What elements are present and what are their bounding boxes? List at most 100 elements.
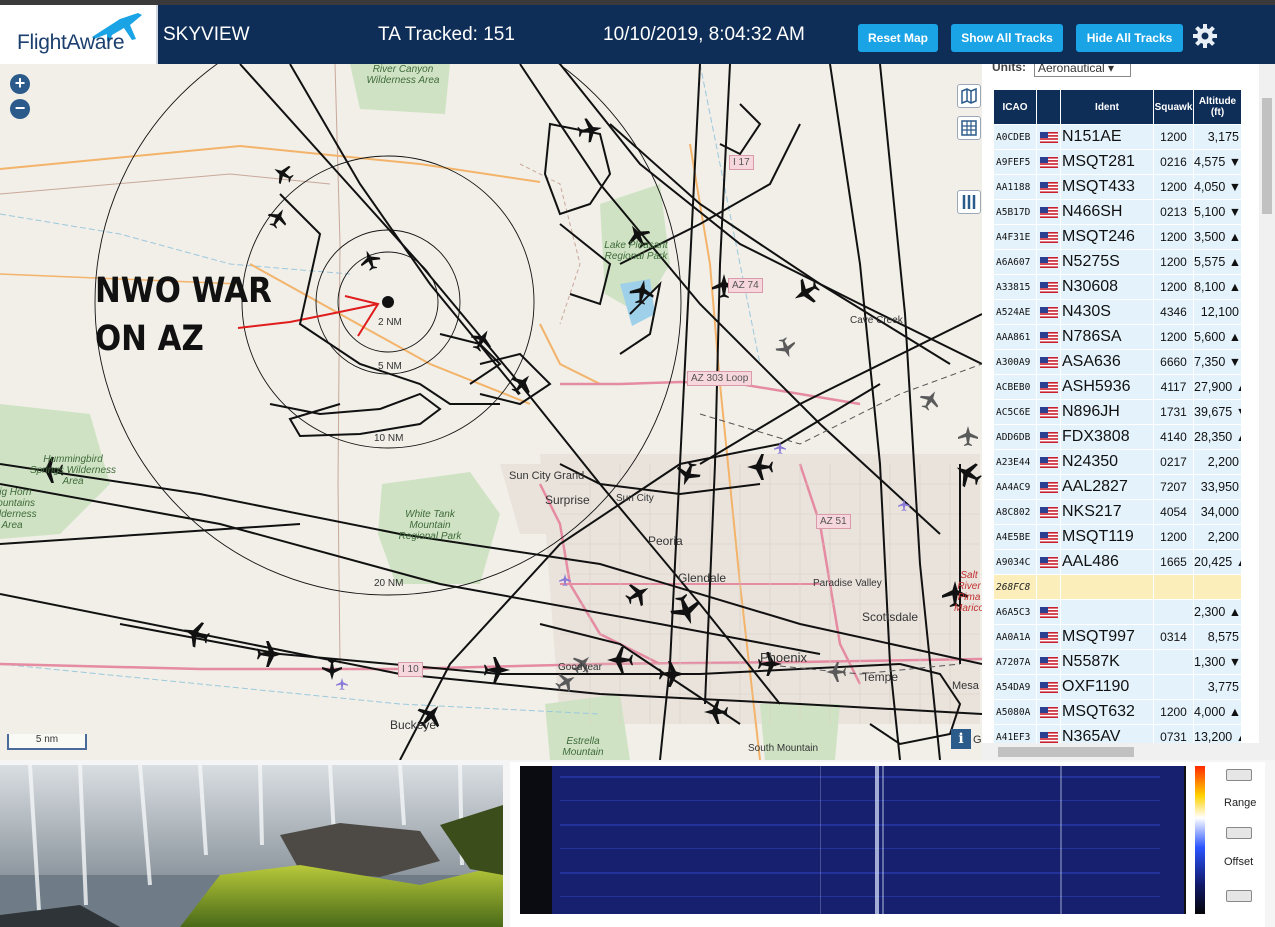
us-flag-icon (1039, 632, 1058, 644)
map-layers-icon[interactable] (957, 84, 981, 108)
cell-squawk (1153, 574, 1194, 600)
table-row[interactable]: ADD6DB FDX3808414028,350 ▲ (993, 424, 1242, 450)
cell-icao: A4F31E (993, 224, 1037, 250)
table-row[interactable]: A300A9 ASA636 6660 7,350 ▼ (993, 349, 1242, 375)
grid-icon[interactable] (957, 116, 981, 140)
cell-altitude: 12,100 (1193, 299, 1242, 325)
horizontal-scroll-thumb[interactable] (998, 747, 1134, 757)
aircraft-table: ICAO Ident Squawk Altitude (ft) A0CDEB N1… (993, 89, 1242, 750)
offset-slider-handle[interactable] (1226, 827, 1252, 839)
place-peoria: Peoria (648, 534, 683, 548)
table-row[interactable]: A4F31E MSQT246 1200 3,500 ▲ (993, 224, 1242, 250)
cell-ident (1060, 574, 1154, 600)
table-row[interactable]: AA0A1A MSQT997 0314 8,575 (993, 624, 1242, 650)
place-south-mountain: South Mountain (748, 743, 819, 754)
table-row[interactable]: A6A5C3 2,300 ▲ (993, 599, 1242, 625)
show-all-tracks-button[interactable]: Show All Tracks (951, 24, 1063, 52)
cell-ident: OXF1190 (1060, 674, 1154, 700)
cell-squawk: 1200 (1153, 174, 1194, 200)
table-row[interactable]: A23E44 N24350 0217 2,200 (993, 449, 1242, 475)
cell-flag (1036, 449, 1061, 475)
table-row[interactable]: A6A607 N5275S 1200 5,575 ▲ (993, 249, 1242, 275)
hide-all-tracks-button[interactable]: Hide All Tracks (1076, 24, 1183, 52)
cell-icao: ACBEB0 (993, 374, 1037, 400)
column-altitude[interactable]: Altitude (ft) (1193, 89, 1242, 125)
ring-label-20nm: 20 NM (374, 578, 404, 589)
aircraft-table-body: A0CDEB N151AE 1200 3,175 A9FEF5 MSQT281 0216 4,… (993, 124, 1242, 750)
cell-squawk: 1200 (1153, 274, 1194, 300)
cell-altitude: 2,200 (1193, 524, 1242, 550)
road-i17: I 17 (729, 155, 754, 170)
table-row[interactable]: ACBEB0 ASH5936411727,900 ▲ (993, 374, 1242, 400)
reset-map-button[interactable]: Reset Map (858, 24, 938, 52)
table-row[interactable]: A33815 N30608 1200 8,100 ▲ (993, 274, 1242, 300)
column-flag[interactable] (1036, 89, 1061, 125)
cell-icao: ADD6DB (993, 424, 1037, 450)
table-row[interactable]: A0CDEB N151AE 1200 3,175 (993, 124, 1242, 150)
cell-ident (1060, 599, 1154, 625)
cell-altitude: 8,100 ▲ (1193, 274, 1242, 300)
cell-squawk: 1665 (1153, 549, 1194, 575)
cell-flag (1036, 499, 1061, 525)
cell-altitude: 2,300 ▲ (1193, 599, 1242, 625)
cell-altitude: 3,775 (1193, 674, 1242, 700)
range-label: Range (1224, 797, 1257, 809)
cell-ident: N466SH (1060, 199, 1154, 225)
extra-slider-handle[interactable] (1226, 890, 1252, 902)
table-row[interactable]: AAA861 N786SA 1200 5,600 ▲ (993, 324, 1242, 350)
vertical-scroll-thumb[interactable] (1262, 98, 1272, 214)
cell-ident: MSQT997 (1060, 624, 1154, 650)
cell-flag (1036, 399, 1061, 425)
cell-altitude: 27,900 ▲ (1193, 374, 1242, 400)
table-row[interactable]: AA4AC9 AAL2827 7207 33,950 (993, 474, 1242, 500)
cell-icao: 268FC8 (993, 574, 1037, 600)
flightaware-logo[interactable]: FlightAware (0, 5, 158, 64)
place-sun-city: Sun City (616, 493, 654, 504)
cell-icao: AA0A1A (993, 624, 1037, 650)
us-flag-icon (1039, 132, 1058, 144)
cell-flag (1036, 199, 1061, 225)
table-row[interactable]: A524AE N430S 4346 12,100 (993, 299, 1242, 325)
cell-flag (1036, 249, 1061, 275)
range-slider-handle[interactable] (1226, 769, 1252, 781)
zoom-out-button[interactable]: − (10, 99, 30, 119)
cell-icao: A6A607 (993, 249, 1037, 275)
us-flag-icon (1039, 407, 1058, 419)
table-row[interactable]: A5B17D N466SH 0213 5,100 ▼ (993, 199, 1242, 225)
table-row[interactable]: A5080A MSQT632 1200 4,000 ▲ (993, 699, 1242, 725)
column-ident[interactable]: Ident (1060, 89, 1154, 125)
cell-squawk: 0314 (1153, 624, 1194, 650)
cell-ident: NKS217 (1060, 499, 1154, 525)
table-row[interactable]: A9034C AAL486166520,425 ▲ (993, 549, 1242, 575)
cell-squawk: 1200 (1153, 224, 1194, 250)
columns-toggle-icon[interactable] (957, 190, 981, 214)
attribution-text: G (973, 734, 982, 746)
units-select[interactable]: Aeronautical ▾ (1034, 64, 1131, 77)
table-row[interactable]: AA1188 MSQT433 1200 4,050 ▼ (993, 174, 1242, 200)
us-flag-icon (1039, 282, 1058, 294)
table-row[interactable]: 268FC8 (993, 574, 1242, 600)
table-row[interactable]: A4E5BE MSQT119 1200 2,200 (993, 524, 1242, 550)
place-sun-city-grand: Sun City Grand (509, 470, 585, 482)
cell-ident: N786SA (1060, 324, 1154, 350)
info-icon[interactable]: i (951, 729, 971, 749)
gear-icon[interactable] (1191, 22, 1219, 50)
cell-squawk: 4346 (1153, 299, 1194, 325)
zoom-in-button[interactable]: + (10, 74, 30, 94)
table-row[interactable]: A8C802 NKS217 4054 34,000 (993, 499, 1242, 525)
column-icao[interactable]: ICAO (993, 89, 1037, 125)
cell-icao: AA1188 (993, 174, 1037, 200)
map-view[interactable]: + − NWO WAR ON AZ 2 NM 5 NM 10 NM 20 NM … (0, 64, 982, 760)
place-buckeye: Buckeye (390, 718, 437, 732)
table-row[interactable]: A7207A N5587K 1,300 ▼ (993, 649, 1242, 675)
cell-altitude: 4,000 ▲ (1193, 699, 1242, 725)
table-row[interactable]: A9FEF5 MSQT281 0216 4,575 ▼ (993, 149, 1242, 175)
us-flag-icon (1039, 182, 1058, 194)
cell-icao: A0CDEB (993, 124, 1037, 150)
cell-ident: MSQT281 (1060, 149, 1154, 175)
table-row[interactable]: A54DA9 OXF1190 3,775 (993, 674, 1242, 700)
place-phoenix: Phoenix (760, 650, 807, 665)
table-row[interactable]: AC5C6E N896JH173139,675 ▼ (993, 399, 1242, 425)
cell-squawk: 0216 (1153, 149, 1194, 175)
column-squawk[interactable]: Squawk (1153, 89, 1194, 125)
